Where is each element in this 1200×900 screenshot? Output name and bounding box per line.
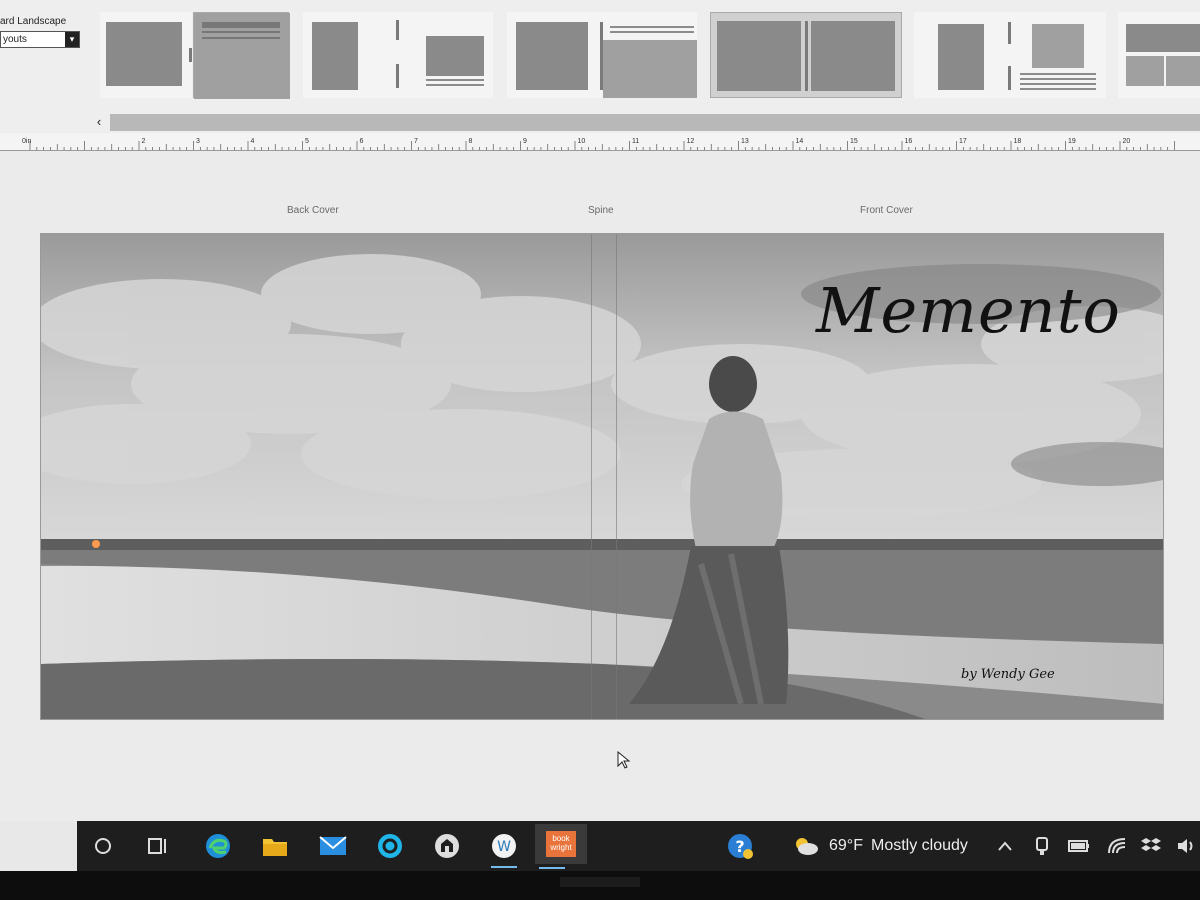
monitor-logo bbox=[560, 877, 640, 887]
layout-photo-block bbox=[811, 21, 895, 91]
ruler-number: 7 bbox=[414, 138, 418, 145]
weather-cloudy-icon[interactable] bbox=[789, 829, 823, 863]
layouts-dropdown[interactable]: youts ▾ bbox=[0, 31, 80, 48]
ruler-number: 14 bbox=[796, 138, 804, 145]
spine-guide-right bbox=[616, 234, 617, 719]
layout-thumb-4[interactable] bbox=[507, 12, 697, 98]
chevron-left-icon[interactable]: ‹ bbox=[92, 114, 106, 130]
layout-text-line bbox=[202, 31, 280, 33]
layout-text-block bbox=[202, 22, 280, 28]
layout-spine-mark bbox=[1008, 22, 1011, 44]
layout-text-line bbox=[1020, 88, 1096, 90]
layouts-dropdown-value: youts bbox=[3, 34, 27, 45]
ruler-number: 20 bbox=[1123, 138, 1131, 145]
weather-description[interactable]: Mostly cloudy bbox=[871, 837, 968, 855]
layout-text-line bbox=[610, 31, 694, 33]
ruler-number: 10 bbox=[578, 138, 586, 145]
wordpress-glyph: W bbox=[497, 839, 511, 855]
ruler-number: 6 bbox=[360, 138, 364, 145]
layout-thumb-1[interactable] bbox=[100, 12, 192, 98]
horizontal-ruler: 0in 2 3 4 5 6 7 8 9 10 11 12 13 14 15 16 17 18 19 20 bbox=[0, 133, 1200, 151]
dropbox-icon[interactable] bbox=[1134, 829, 1168, 863]
layout-text-line bbox=[1020, 83, 1096, 85]
layout-photo-block bbox=[1126, 24, 1200, 52]
chevron-down-icon[interactable]: ▾ bbox=[65, 32, 79, 47]
spine-guide-left bbox=[591, 234, 592, 719]
webcam-icon[interactable] bbox=[1025, 829, 1059, 863]
edge-browser-icon[interactable] bbox=[201, 829, 235, 863]
bookwright-label: book wright bbox=[546, 831, 576, 857]
back-cover-label: Back Cover bbox=[287, 205, 339, 216]
ruler-number: 16 bbox=[905, 138, 913, 145]
ruler-ticks: 0in 2 3 4 5 6 7 8 9 10 11 12 13 14 15 16 17 18 19 20 bbox=[22, 138, 1175, 150]
battery-icon[interactable] bbox=[1062, 829, 1096, 863]
chevron-up-icon[interactable] bbox=[988, 829, 1022, 863]
layout-photo-block bbox=[938, 24, 984, 90]
layout-spine-mark bbox=[805, 21, 808, 91]
volume-icon[interactable] bbox=[1170, 829, 1200, 863]
cover-spread[interactable]: Memento by Wendy Gee bbox=[40, 233, 1164, 720]
layout-photo-block bbox=[312, 22, 358, 90]
cortana-icon[interactable] bbox=[86, 829, 120, 863]
weather-temperature[interactable]: 69°F bbox=[829, 837, 863, 855]
layout-thumb-5[interactable] bbox=[710, 12, 902, 98]
layout-photo-block bbox=[603, 40, 697, 98]
layout-spine-mark bbox=[396, 64, 399, 88]
spine-label: Spine bbox=[588, 205, 614, 216]
cover-title[interactable]: Memento bbox=[816, 274, 1121, 347]
app-icon-home[interactable] bbox=[430, 829, 464, 863]
layout-photo-block bbox=[516, 22, 588, 90]
ruler-number: 2 bbox=[142, 138, 146, 145]
ruler-number: 3 bbox=[196, 138, 200, 145]
layout-scrollbar[interactable] bbox=[110, 114, 1200, 131]
layout-photo-block bbox=[106, 22, 182, 86]
layout-thumb-3[interactable] bbox=[303, 12, 493, 98]
ruler-number: 12 bbox=[687, 138, 695, 145]
ruler-number: 11 bbox=[632, 138, 639, 145]
layout-photo-block bbox=[426, 36, 484, 76]
task-view-icon[interactable] bbox=[141, 829, 175, 863]
taskbar-search-area[interactable] bbox=[0, 821, 77, 871]
help-icon[interactable]: ? bbox=[723, 829, 757, 863]
layout-photo-block bbox=[717, 21, 801, 91]
ruler-number: 9 bbox=[523, 138, 527, 145]
layout-text-line bbox=[426, 79, 484, 81]
book-size-label: ard Landscape bbox=[0, 16, 67, 27]
ruler-number: 19 bbox=[1068, 138, 1076, 145]
bookwright-app-icon[interactable]: book wright bbox=[535, 824, 587, 869]
layout-photo-block bbox=[1032, 24, 1084, 68]
wifi-icon[interactable] bbox=[1100, 829, 1134, 863]
cover-canvas: Back Cover Spine Front Cover Memento by … bbox=[0, 151, 1200, 821]
ruler-number: 8 bbox=[469, 138, 473, 145]
layout-thumb-7[interactable] bbox=[1118, 12, 1200, 98]
layout-spine-mark bbox=[189, 48, 192, 62]
ruler-number: 13 bbox=[741, 138, 749, 145]
layout-text-line bbox=[426, 84, 484, 86]
layout-panel: ard Landscape youts ▾ ‹ bbox=[0, 0, 1200, 133]
layout-thumb-6[interactable] bbox=[914, 12, 1106, 98]
file-explorer-icon[interactable] bbox=[258, 829, 292, 863]
ruler-number: 15 bbox=[850, 138, 858, 145]
layout-text-line bbox=[1020, 78, 1096, 80]
mail-icon[interactable] bbox=[316, 829, 350, 863]
layout-spine-mark bbox=[396, 20, 399, 40]
front-cover-label: Front Cover bbox=[860, 205, 913, 216]
layout-thumb-2[interactable] bbox=[193, 12, 290, 99]
ruler-number: 5 bbox=[305, 138, 309, 145]
mouse-cursor-icon bbox=[617, 751, 631, 769]
monitor-bezel bbox=[0, 871, 1200, 900]
layout-text-line bbox=[1020, 73, 1096, 75]
wordpress-icon[interactable]: W bbox=[487, 829, 521, 868]
layout-photo-block bbox=[1166, 56, 1200, 86]
layout-text-line bbox=[202, 37, 280, 39]
cover-author[interactable]: by Wendy Gee bbox=[961, 667, 1055, 682]
ruler-number: 18 bbox=[1014, 138, 1022, 145]
layout-text-line bbox=[610, 26, 694, 28]
layout-spine-mark bbox=[1008, 66, 1011, 90]
ruler-number: 17 bbox=[959, 138, 967, 145]
taskbar: W book wright ? 69°F Mostly cloudy bbox=[0, 821, 1200, 871]
layout-photo-block bbox=[1126, 56, 1164, 86]
ruler-number: 4 bbox=[251, 138, 255, 145]
alexa-icon[interactable] bbox=[373, 829, 407, 863]
